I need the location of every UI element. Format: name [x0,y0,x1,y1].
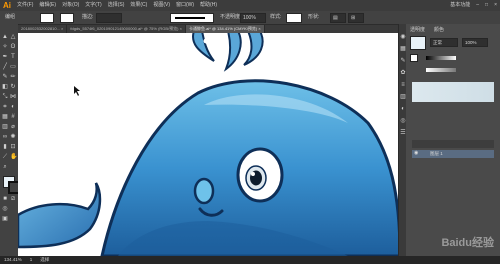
eyedropper-tool-icon[interactable]: ⌀ [10,124,16,130]
app-logo: Ai [3,1,11,10]
maximize-icon[interactable]: □ [482,0,491,11]
color-spectrum[interactable] [412,82,494,102]
lasso-tool-icon[interactable]: ʘ [10,44,16,50]
rotate-tool-icon[interactable]: ↻ [10,84,16,90]
shape-builder-tool-icon[interactable]: ◐ [10,104,16,110]
free-transform-tool-icon[interactable]: ⌗ [2,104,8,110]
graph-tool-icon[interactable]: ▮ [2,144,8,150]
water-spout-right [243,33,264,66]
pen-tool-icon[interactable]: ✒ [2,54,8,60]
menu-help[interactable]: 帮助(H) [197,0,220,11]
stroke-weight-input[interactable] [96,13,122,23]
tools-panel: ▲ △ ✧ ʘ ✒ T ╱ ▭ ✎ ✏ ◧ ↻ ⤡ ⋈ ⌗ ◐ ▦ # ▥ ⌀ … [0,24,21,256]
hand-tool-icon[interactable]: ✋ [10,154,17,160]
minimize-icon[interactable]: – [473,0,482,11]
opacity-input[interactable]: 100% [240,13,266,23]
draw-mode-icon[interactable]: ◎ [2,206,8,212]
tint-slider[interactable] [426,56,456,60]
status-bar: 134.41% 1 选择 [0,256,500,264]
transparency-thumbnail [410,36,426,50]
menu-bar: Ai 文件(F) 编辑(E) 对象(O) 文字(T) 选择(S) 效果(C) 视… [0,0,500,11]
menu-object[interactable]: 对象(O) [59,0,82,11]
paintbrush-tool-icon[interactable]: ✎ [2,74,8,80]
fill-swatch[interactable] [40,13,54,23]
water-spout-left [192,33,215,62]
direct-selection-tool-icon[interactable]: △ [10,34,16,40]
selection-tool-icon[interactable]: ▲ [2,34,8,40]
width-tool-icon[interactable]: ⋈ [10,94,16,100]
tab-transparency[interactable]: 透明度 [410,26,425,33]
control-bar: 编组 描边: 不透明度: 100% 样式: 形状: ▤ ⊞ [0,11,500,25]
symbol-sprayer-tool-icon[interactable]: ✺ [10,134,16,140]
tab-color[interactable]: 颜色 [434,26,444,33]
tab-document-2[interactable]: fdgds_5574f6_020109012145000000.ai* @ 75… [67,25,186,33]
panel-opacity-input[interactable]: 100% [462,38,488,47]
line-tool-icon[interactable]: ╱ [2,64,8,70]
mouse-cursor-icon [74,86,80,96]
screen-mode-icon[interactable]: ▣ [2,216,8,222]
perspective-grid-tool-icon[interactable]: ▦ [2,114,8,120]
layer-row[interactable]: 图层 1 [412,150,494,158]
type-tool-icon[interactable]: T [10,54,16,60]
menu-window[interactable]: 窗口(W) [173,0,197,11]
tab-document-3[interactable]: 卡通鲸鱼.ai* @ 134.41% (CMYK/预览) × [185,25,265,33]
eraser-tool-icon[interactable]: ◧ [2,84,8,90]
document-tabs: 2018002532002810... × fdgds_5574f6_02010… [18,25,398,33]
close-icon[interactable]: × [491,0,500,11]
menu-effect[interactable]: 效果(C) [127,0,150,11]
artboard-canvas[interactable] [18,33,400,256]
zoom-level[interactable]: 134.41% [0,256,26,264]
stroke-label: 描边: [82,14,94,20]
pencil-tool-icon[interactable]: ✏ [10,74,16,80]
water-spout-middle [223,33,242,72]
blend-tool-icon[interactable]: ∞ [2,134,8,140]
magic-wand-tool-icon[interactable]: ✧ [2,44,8,50]
none-color-icon[interactable]: ⧄ [10,196,16,202]
brush-stroke-icon [175,17,205,19]
eye-icon[interactable]: ◉ [414,151,419,156]
object-type-label: 编组 [5,14,16,20]
current-tool-name: 选择 [40,257,50,262]
shape-label: 形状: [308,14,320,20]
brush-definition-dropdown[interactable] [170,13,214,23]
menu-view[interactable]: 视图(V) [150,0,173,11]
tab-document-1[interactable]: 2018002532002810... × [18,25,68,33]
menu-type[interactable]: 文字(T) [82,0,104,11]
water-drop [203,38,209,44]
mesh-tool-icon[interactable]: # [10,114,16,120]
scale-tool-icon[interactable]: ⤡ [2,94,8,100]
slice-tool-icon[interactable]: ⟋ [2,154,8,160]
menu-select[interactable]: 选择(S) [105,0,128,11]
gradient-tool-icon[interactable]: ▥ [2,124,8,130]
style-label: 样式: [270,14,282,20]
whale-tail [18,182,102,249]
layers-header [412,140,494,148]
rectangle-tool-icon[interactable]: ▭ [10,64,16,70]
properties-panel: 透明度 颜色 正常 100% 图层 1 ◉ [406,24,500,256]
stroke-swatch[interactable] [60,13,74,23]
whale-eye-glint [251,172,255,176]
watermark-text: Baidu经验 [441,237,494,249]
menu-file[interactable]: 文件(F) [14,0,36,11]
menu-edit[interactable]: 编辑(E) [36,0,59,11]
panel-fill-swatch[interactable] [410,54,418,62]
style-swatch[interactable] [286,13,302,23]
tint-slider-2[interactable] [426,68,456,72]
whale-cheek [193,177,215,205]
blend-mode-dropdown[interactable]: 正常 [430,38,458,47]
zoom-tool-icon[interactable]: ⌕ [2,164,8,170]
transform-icon[interactable]: ⊞ [348,13,364,23]
workspace-switcher[interactable]: 基本功能 [447,0,473,11]
whale-artwork[interactable] [18,33,400,256]
color-mode-icon[interactable]: ■ [2,196,8,202]
artboard-tool-icon[interactable]: ⊡ [10,144,16,150]
align-icon[interactable]: ▤ [330,13,346,23]
artboard-number[interactable]: 1 [26,256,37,264]
